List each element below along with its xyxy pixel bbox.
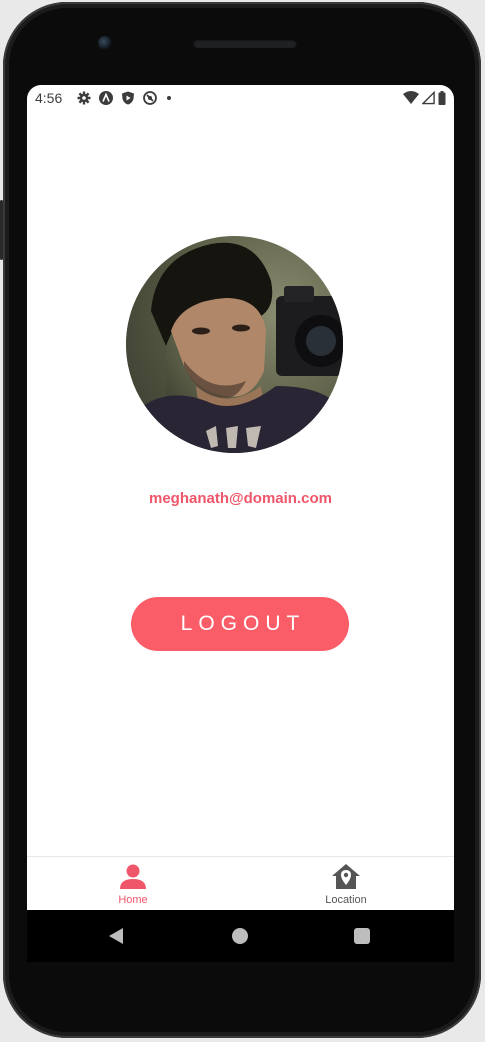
tab-location-label: Location <box>325 894 367 906</box>
home-button[interactable] <box>232 928 248 944</box>
shield-play-icon <box>122 91 134 105</box>
app-screen: 4:56 meghanath@domain.com LOGOUT Home Lo… <box>27 85 454 910</box>
tab-home-label: Home <box>118 894 148 906</box>
system-navigation-bar <box>27 910 454 962</box>
back-icon[interactable] <box>107 927 125 945</box>
a-icon <box>99 91 113 105</box>
wifi-icon <box>403 91 419 104</box>
gear-icon <box>77 91 91 105</box>
device-frame: 4:56 meghanath@domain.com LOGOUT Home Lo… <box>0 0 485 1042</box>
logout-button[interactable]: LOGOUT <box>131 597 349 651</box>
profile-photo <box>126 236 343 453</box>
avatar <box>126 236 343 453</box>
battery-icon <box>438 91 446 105</box>
tab-home[interactable]: Home <box>73 857 193 910</box>
status-bar: 4:56 <box>27 85 454 111</box>
user-email: meghanath@domain.com <box>149 490 332 507</box>
dot-icon <box>167 96 171 100</box>
notification-icons <box>77 91 173 105</box>
home-location-icon <box>332 864 360 889</box>
system-status-icons <box>403 91 446 105</box>
bottom-navigation: Home Location <box>27 856 454 910</box>
recent-apps-button[interactable] <box>354 928 370 944</box>
person-icon <box>120 864 146 889</box>
signal-icon <box>422 91 435 105</box>
earpiece-speaker <box>193 39 297 48</box>
front-camera <box>98 36 112 50</box>
tab-location[interactable]: Location <box>286 857 406 910</box>
status-time: 4:56 <box>35 90 63 106</box>
sync-icon <box>143 91 157 105</box>
